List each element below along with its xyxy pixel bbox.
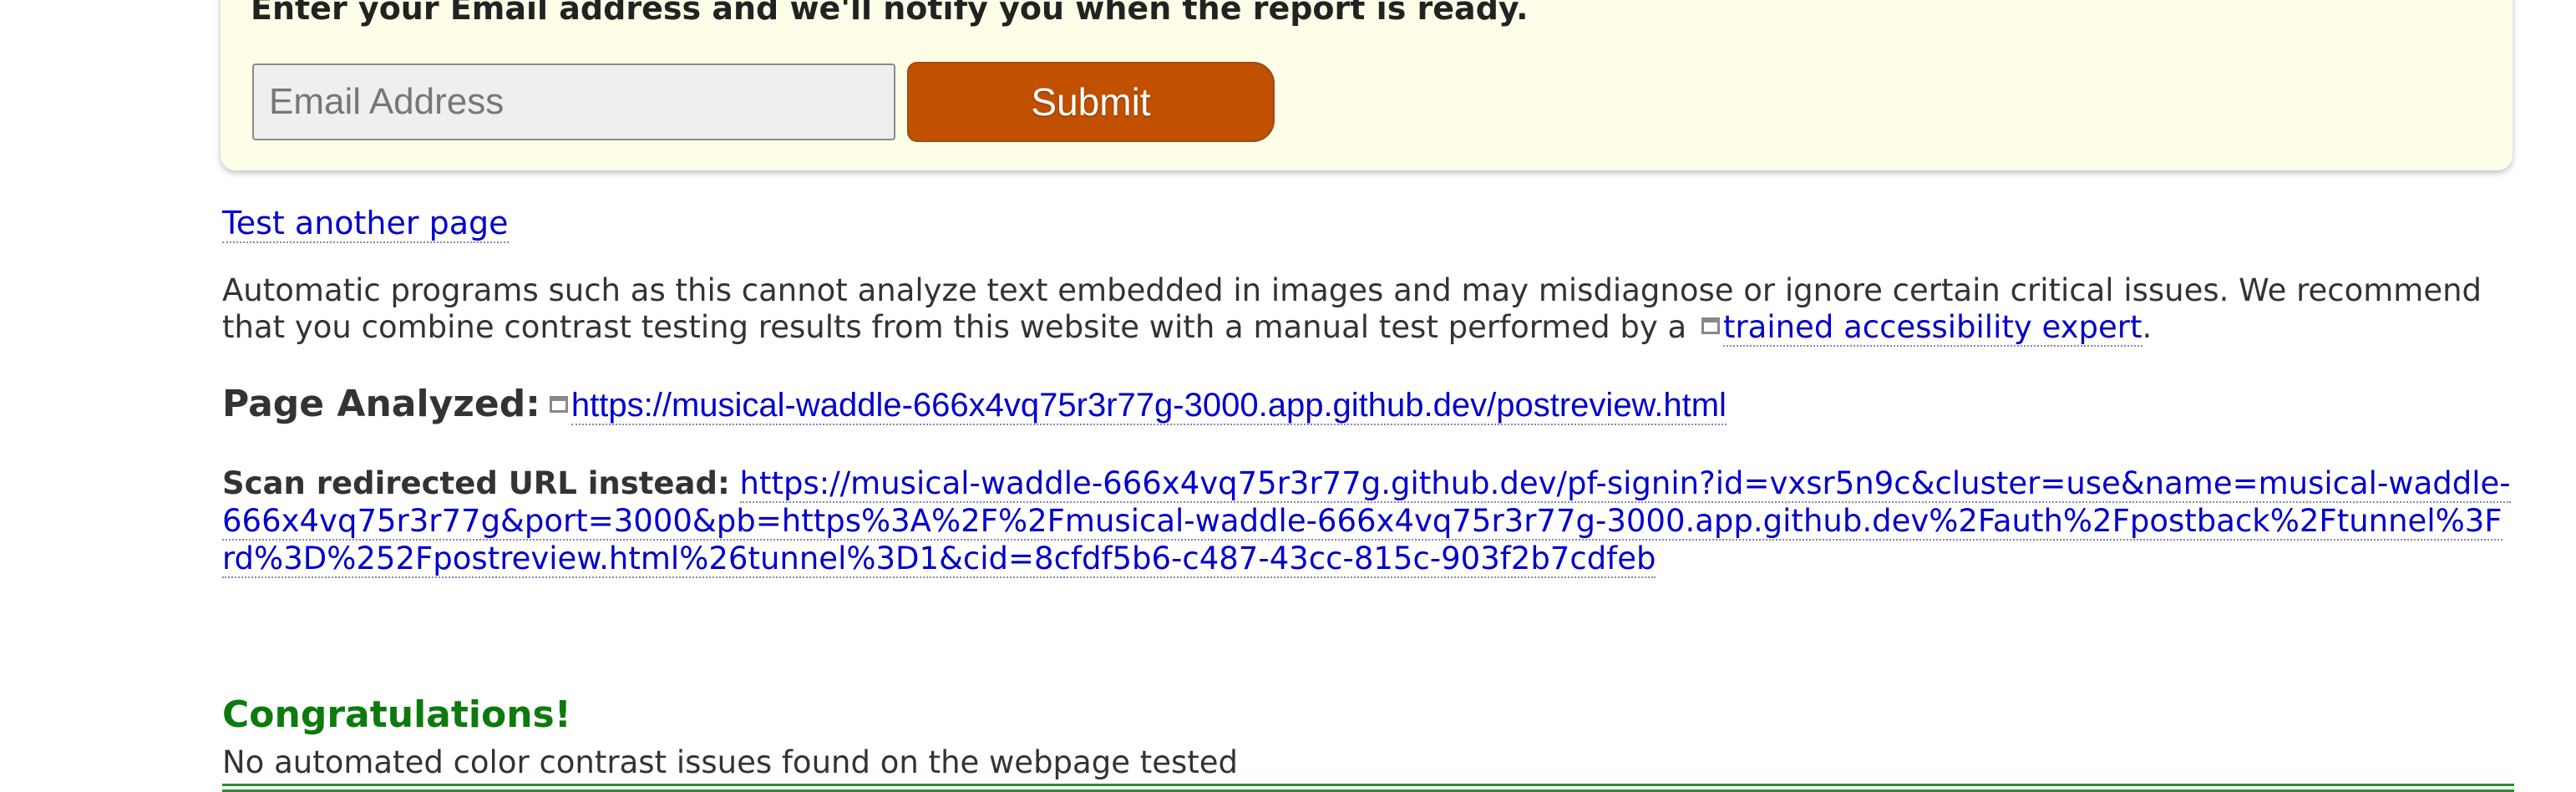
notify-message: Enter your Email address and we'll notif… xyxy=(251,0,1529,27)
disclaimer-text: Automatic programs such as this cannot a… xyxy=(222,272,2494,347)
test-another-page-link[interactable]: Test another page xyxy=(222,205,509,243)
result-divider xyxy=(222,784,2514,792)
email-field[interactable] xyxy=(252,63,895,140)
redirect-row: Scan redirected URL instead: https://mus… xyxy=(222,465,2511,578)
external-window-icon xyxy=(549,396,568,413)
test-another-page-row: Test another page xyxy=(222,204,509,243)
accessibility-expert-link[interactable]: trained accessibility expert xyxy=(1722,309,2142,347)
redirect-label: Scan redirected URL instead: xyxy=(222,465,730,501)
result-title: Congratulations! xyxy=(222,693,571,736)
page-analyzed-label: Page Analyzed: xyxy=(222,383,540,425)
external-window-icon xyxy=(1701,317,1720,334)
result-message: No automated color contrast issues found… xyxy=(222,744,1239,780)
submit-button[interactable]: Submit xyxy=(907,62,1275,142)
page-analyzed-url-link[interactable]: https://musical-waddle-666x4vq75r3r77g-3… xyxy=(570,387,1727,425)
disclaimer-period: . xyxy=(2142,309,2153,345)
page-analyzed-row: Page Analyzed: https://musical-waddle-66… xyxy=(222,381,1727,435)
